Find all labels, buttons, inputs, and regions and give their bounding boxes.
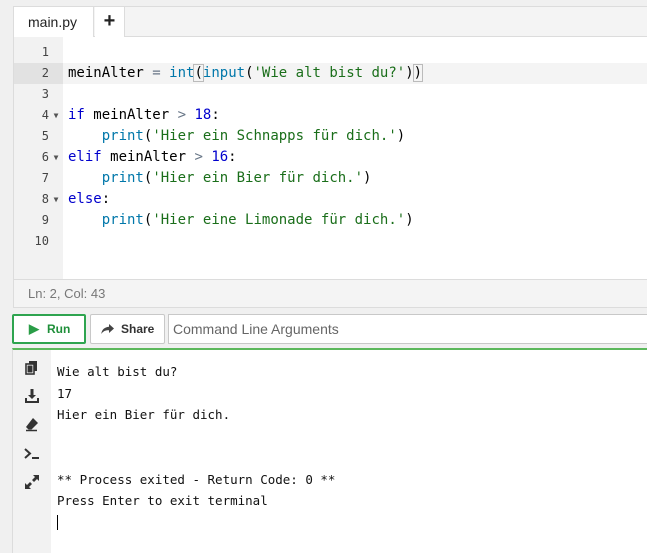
line-number: 10 — [34, 234, 49, 248]
fold-toggle-icon[interactable]: ▼ — [51, 189, 61, 210]
fold-toggle-icon[interactable]: ▼ — [51, 147, 61, 168]
line-number: 9 — [41, 213, 49, 227]
terminal-line: 17 — [57, 385, 73, 401]
line-number: 7 — [41, 171, 49, 185]
tab-main-py[interactable]: main.py — [14, 7, 94, 37]
terminal-line: ** Process exited - Return Code: 0 ** — [57, 471, 336, 487]
code-line: print('Hier ein Bier für dich.') — [101, 170, 372, 186]
code-line-active: meinAlter = int(input('Wie alt bist du?'… — [63, 63, 647, 84]
code-line: if meinAlter > 18: — [68, 107, 220, 123]
download-icon[interactable] — [22, 386, 42, 406]
terminal-line: Wie alt bist du? — [57, 364, 178, 379]
terminal-line: Hier ein Bier für dich. — [57, 407, 231, 422]
run-button-label: Run — [47, 322, 71, 336]
terminal-output: Wie alt bist du? 17 Hier ein Bier für di… — [57, 361, 335, 533]
code-line: print('Hier eine Limonade für dich.') — [101, 212, 414, 228]
code-editor[interactable]: 1 2 3 4 ▼ 5 6 ▼ 7 8 ▼ 9 10 meinAlter = int(… — [14, 37, 647, 286]
copy-icon[interactable] — [22, 358, 42, 378]
terminal-cursor-line — [57, 512, 335, 534]
line-number: 4 ▼ — [14, 105, 63, 126]
editor-status-bar: Ln: 2, Col: 43 — [14, 279, 647, 307]
add-tab-button[interactable]: + — [95, 7, 125, 37]
share-button[interactable]: Share — [90, 314, 165, 344]
code-lines[interactable]: meinAlter = int(input('Wie alt bist du?'… — [63, 37, 647, 286]
code-line: elif meinAlter > 16: — [68, 149, 237, 165]
line-number-gutter: 1 2 3 4 ▼ 5 6 ▼ 7 8 ▼ 9 10 — [14, 37, 63, 286]
terminal-icon[interactable] — [22, 444, 42, 464]
command-line-arguments-input[interactable] — [168, 314, 647, 344]
terminal-toolbar — [13, 350, 51, 553]
share-button-label: Share — [121, 322, 155, 336]
play-icon: ▶ — [29, 321, 39, 336]
line-number: 5 — [41, 129, 49, 143]
terminal-panel[interactable]: Wie alt bist du? 17 Hier ein Bier für di… — [12, 348, 647, 553]
fold-toggle-icon[interactable]: ▼ — [51, 105, 61, 126]
tab-bar: main.py + — [14, 7, 647, 37]
line-number: 8 ▼ — [14, 189, 63, 210]
editor-panel: main.py + 1 2 3 4 ▼ 5 6 ▼ 7 8 ▼ 9 10 meinAl… — [13, 6, 647, 308]
expand-icon[interactable] — [22, 472, 42, 492]
line-number: 6 ▼ — [14, 147, 63, 168]
line-number: 2 — [14, 63, 63, 84]
run-button[interactable]: ▶ Run — [12, 314, 86, 344]
line-number: 1 — [41, 45, 49, 59]
terminal-cursor — [57, 514, 58, 530]
code-line: print('Hier ein Schnapps für dich.') — [101, 128, 406, 144]
line-number: 3 — [41, 87, 49, 101]
terminal-line: Press Enter to exit terminal — [57, 493, 268, 508]
share-icon — [100, 315, 115, 352]
eraser-icon[interactable] — [22, 414, 42, 434]
code-line: else: — [68, 191, 111, 207]
